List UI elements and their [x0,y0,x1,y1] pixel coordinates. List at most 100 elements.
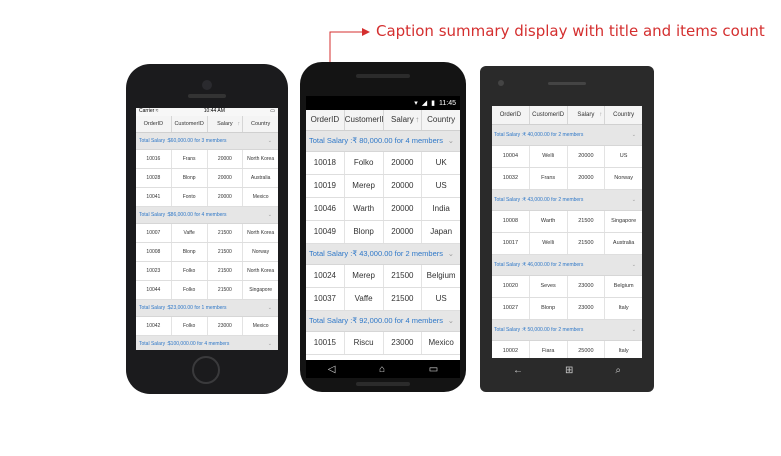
group-caption-summary[interactable]: Total Salary :₹ 80,000.00 for 4 members ⌄ [306,131,460,152]
windows-nav-bar: ← ⊞ ⌕ [492,360,642,380]
home-icon[interactable]: ⌂ [379,364,385,375]
back-icon[interactable]: ◁ [328,364,336,375]
windows-phone-device: OrderID CustomerID Salary ↑ Country Total… [480,66,654,392]
group-caption-summary[interactable]: Total Salary :₹ 92,000.00 for 4 members ⌄ [306,311,460,332]
recents-icon[interactable]: ▭ [429,364,438,375]
search-icon[interactable]: ⌕ [615,365,621,376]
table-row[interactable]: 10008 Warth 21500 Singapore [492,211,642,233]
battery-icon: ▮ [431,100,435,107]
group-caption-summary[interactable]: Total Salary :$23,000.00 for 1 members ⌄ [136,300,278,317]
table-row[interactable]: 10004 Welli 20000 US [492,146,642,168]
column-header-salary[interactable]: Salary ↑ [208,116,244,132]
chevron-down-icon[interactable]: ⌄ [632,255,636,275]
cell-customerid: Warth [530,211,568,232]
caption-text: Total Salary :$100,000.00 for 4 members [139,341,230,347]
cell-orderid: 10027 [492,298,530,319]
table-row[interactable]: 10044 Folko 21500 Singapore [136,281,278,300]
cell-customerid: Frans [530,168,568,189]
chevron-down-icon[interactable]: ⌄ [268,207,272,223]
column-header-orderid[interactable]: OrderID [492,106,530,124]
cell-customerid: Folko [172,281,208,299]
group-caption-summary[interactable]: Total Salary :₹ 43,000.00 for 2 members ⌄ [492,190,642,211]
table-row[interactable]: 10032 Frans 20000 Norway [492,168,642,190]
table-row[interactable]: 10016 Frans 20000 North Korea [136,150,278,169]
table-row[interactable]: 10041 Fonto 20000 Mexico [136,188,278,207]
cell-salary: 21500 [208,281,244,299]
table-row[interactable]: 10019 Merep 20000 US [306,175,460,198]
cell-country: Mexico [252,323,269,329]
wifi-icon: ▾ [414,100,418,107]
cell-orderid: 10041 [136,188,172,206]
group-caption-summary[interactable]: Total Salary :$60,000.00 for 3 members ⌄ [136,133,278,150]
camera-icon [498,80,504,86]
table-row[interactable]: 10037 Vaffe 21500 US [306,288,460,311]
group-caption-summary[interactable]: Total Salary :$100,000.00 for 4 members ⌄ [136,336,278,350]
speaker-grille [356,74,410,78]
chevron-down-icon[interactable]: ⌄ [632,320,636,340]
cell-orderid: 10046 [306,198,345,220]
table-row[interactable]: 10015 Riscu 23000 Mexico [306,332,460,355]
grid-body: Total Salary :₹ 40,000.00 for 2 members ⌄… [492,125,642,358]
table-row[interactable]: 10008 Blonp 21500 Norway [136,243,278,262]
cell-customerid: Blonp [530,298,568,319]
caption-text: Total Salary :₹ 92,000.00 for 4 members [309,316,444,325]
column-header-country[interactable]: Country [422,110,460,130]
table-row[interactable]: 10046 Warth 20000 India [306,198,460,221]
column-header-orderid[interactable]: OrderID [136,116,172,132]
grid-body: Total Salary :$60,000.00 for 3 members ⌄ 1… [136,133,278,350]
column-header-salary[interactable]: Salary ↑ [568,106,606,124]
column-header-country[interactable]: Country [243,116,278,132]
table-row[interactable]: 10042 Folko 23000 Mexico [136,317,278,336]
cell-customerid: Riscu [345,332,384,354]
column-header-customerid[interactable]: CustomerID [530,106,568,124]
cell-orderid: 10015 [306,332,345,354]
windows-logo-icon[interactable]: ⊞ [565,365,573,376]
caption-text: Total Salary :$86,000.00 for 4 members [139,212,227,218]
table-row[interactable]: 10027 Blonp 23000 Italy [492,298,642,320]
camera-icon [202,80,212,90]
chevron-down-icon[interactable]: ⌄ [448,311,454,331]
cell-salary: 23000 [208,317,244,335]
column-header-customerid[interactable]: CustomerID [172,116,208,132]
cell-country: Japan [430,227,453,236]
chevron-down-icon[interactable]: ⌄ [268,336,272,350]
cell-orderid: 10002 [492,341,530,358]
caption-text: Total Salary :₹ 80,000.00 for 4 members [309,136,444,145]
table-row[interactable]: 10049 Blonp 20000 Japan [306,221,460,244]
cell-country: Australia [250,175,271,181]
table-row[interactable]: 10028 Blonp 20000 Australia [136,169,278,188]
home-button[interactable] [192,356,220,384]
chevron-down-icon[interactable]: ⌄ [268,300,272,316]
table-row[interactable]: 10018 Folko 20000 UK [306,152,460,175]
chevron-down-icon[interactable]: ⌄ [632,190,636,210]
group-caption-summary[interactable]: Total Salary :₹ 50,000.00 for 2 members ⌄ [492,320,642,341]
chevron-down-icon[interactable]: ⌄ [448,244,454,264]
column-header-orderid[interactable]: OrderID [306,110,345,130]
cell-salary: 20000 [568,146,606,167]
column-header-salary[interactable]: Salary ↑ [384,110,423,130]
cell-customerid: Blonp [172,169,208,187]
group-caption-summary[interactable]: Total Salary :₹ 40,000.00 for 2 members ⌄ [492,125,642,146]
table-row[interactable]: 10002 Fiara 25000 Italy [492,341,642,358]
cell-salary: 21500 [568,233,606,254]
chevron-down-icon[interactable]: ⌄ [268,133,272,149]
table-row[interactable]: 10017 Welli 21500 Australia [492,233,642,255]
chevron-down-icon[interactable]: ⌄ [448,131,454,151]
table-row[interactable]: 10023 Folko 21500 North Korea [136,262,278,281]
cell-orderid: 10049 [306,221,345,243]
group-caption-summary[interactable]: Total Salary :₹ 46,000.00 for 2 members ⌄ [492,255,642,276]
group-caption-summary[interactable]: Total Salary :₹ 43,000.00 for 2 members ⌄ [306,244,460,265]
chevron-down-icon[interactable]: ⌄ [632,125,636,145]
cell-customerid: Welli [530,146,568,167]
back-icon[interactable]: ← [513,365,523,376]
table-row[interactable]: 10020 Seves 23000 Belgium [492,276,642,298]
column-header-country[interactable]: Country [605,106,642,124]
table-row[interactable]: 10024 Merep 21500 Belgium [306,265,460,288]
cell-salary: 21500 [208,224,244,242]
grid-header: OrderID CustomerID Salary ↑ Country [492,106,642,125]
column-header-customerid[interactable]: CustomerID [345,110,384,130]
carrier-label: Carrier ≈ [139,108,159,114]
cell-salary: 20000 [208,188,244,206]
group-caption-summary[interactable]: Total Salary :$86,000.00 for 4 members ⌄ [136,207,278,224]
table-row[interactable]: 10007 Vaffe 21500 North Korea [136,224,278,243]
